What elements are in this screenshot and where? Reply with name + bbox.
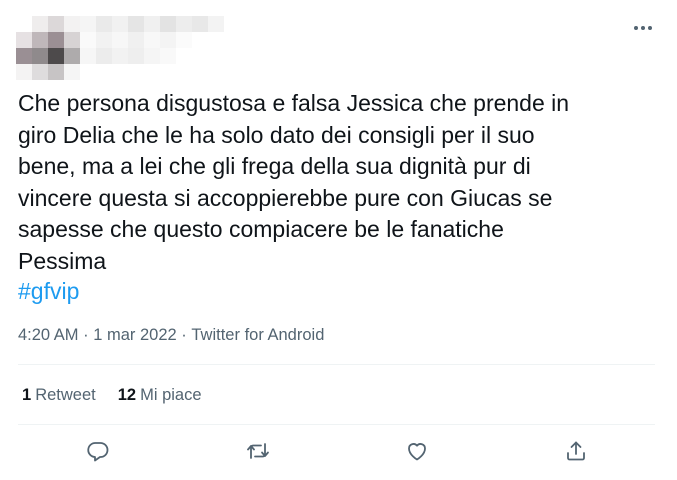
meta-separator: · (181, 326, 187, 344)
tweet-card: Che persona disgustosa e falsa Jessica c… (0, 0, 677, 480)
likes-stat[interactable]: 12 Mi piace (118, 385, 202, 405)
tweet-date-link[interactable]: 1 mar 2022 (93, 325, 176, 345)
divider (18, 424, 655, 425)
more-horizontal-icon (634, 26, 652, 30)
heart-icon (408, 443, 426, 461)
tweet-text-line: vincere questa si accoppierebbe pure con… (18, 184, 553, 211)
reply-button[interactable] (85, 438, 111, 464)
redacted-user-name[interactable] (80, 16, 226, 64)
retweets-count: 1 (22, 386, 32, 404)
meta-separator: · (83, 326, 89, 344)
retweets-stat[interactable]: 1 Retweet (22, 385, 96, 405)
likes-label: Mi piace (140, 386, 202, 404)
like-button[interactable] (404, 438, 430, 464)
tweet-source-link[interactable]: Twitter for Android (191, 325, 324, 345)
share-button[interactable] (563, 438, 589, 464)
tweet-text-line: Pessima (18, 247, 107, 274)
tweet-text: Che persona disgustosa e falsa Jessica c… (18, 88, 638, 277)
more-options-button[interactable] (631, 18, 655, 38)
likes-count: 12 (117, 386, 137, 404)
author-header-redacted[interactable] (16, 16, 226, 80)
retweet-button[interactable] (245, 438, 271, 464)
retweet-icon (247, 443, 269, 459)
divider (18, 364, 655, 365)
tweet-metadata: 4:20 AM · 1 mar 2022 · Twitter for Andro… (18, 325, 324, 345)
tweet-text-line: giro Delia che le ha solo dato dei consi… (18, 121, 535, 148)
tweet-time-link[interactable]: 4:20 AM (18, 325, 79, 345)
action-bar (18, 428, 655, 474)
hashtag-link[interactable]: #gfvip (18, 276, 79, 308)
tweet-text-line: sapesse che questo compiacere be le fana… (18, 216, 504, 242)
avatar[interactable] (16, 16, 80, 80)
engagement-stats: 1 Retweet 12 Mi piace (22, 385, 202, 405)
reply-icon (87, 442, 109, 462)
tweet-text-line: bene, ma a lei che gli frega della sua d… (18, 153, 531, 179)
share-icon (567, 441, 585, 461)
retweets-label: Retweet (35, 386, 96, 404)
tweet-text-line: Che persona disgustosa e falsa Jessica c… (18, 90, 570, 116)
